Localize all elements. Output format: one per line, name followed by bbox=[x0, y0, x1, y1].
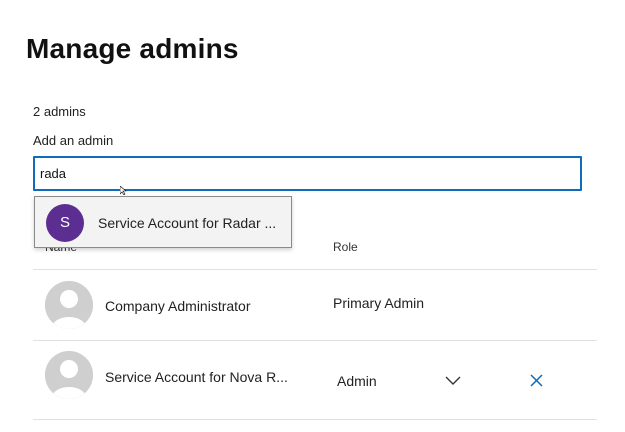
row-divider bbox=[33, 340, 597, 341]
suggestion-avatar: S bbox=[46, 204, 84, 242]
row-divider bbox=[33, 419, 597, 420]
column-header-role: Role bbox=[333, 240, 358, 254]
suggestion-label: Service Account for Radar ... bbox=[98, 215, 277, 231]
role-dropdown-value: Admin bbox=[337, 373, 377, 389]
person-icon bbox=[45, 281, 93, 329]
close-icon bbox=[530, 374, 543, 387]
suggestion-item[interactable]: S Service Account for Radar ... bbox=[35, 197, 291, 247]
admin-name: Company Administrator bbox=[105, 298, 251, 314]
person-icon bbox=[45, 351, 93, 399]
remove-admin-button[interactable] bbox=[528, 372, 545, 389]
mouse-cursor-icon bbox=[120, 186, 127, 195]
page-title: Manage admins bbox=[26, 32, 239, 64]
header-divider bbox=[33, 269, 597, 270]
admin-role: Primary Admin bbox=[333, 295, 425, 311]
suggestion-popup: S Service Account for Radar ... bbox=[34, 196, 292, 248]
add-admin-label: Add an admin bbox=[33, 133, 114, 148]
chevron-down-icon bbox=[445, 376, 461, 385]
add-admin-search-input[interactable] bbox=[33, 156, 582, 191]
role-dropdown[interactable]: Admin bbox=[333, 369, 466, 393]
admin-count: 2 admins bbox=[33, 104, 86, 119]
admin-name: Service Account for Nova R... bbox=[105, 369, 288, 385]
